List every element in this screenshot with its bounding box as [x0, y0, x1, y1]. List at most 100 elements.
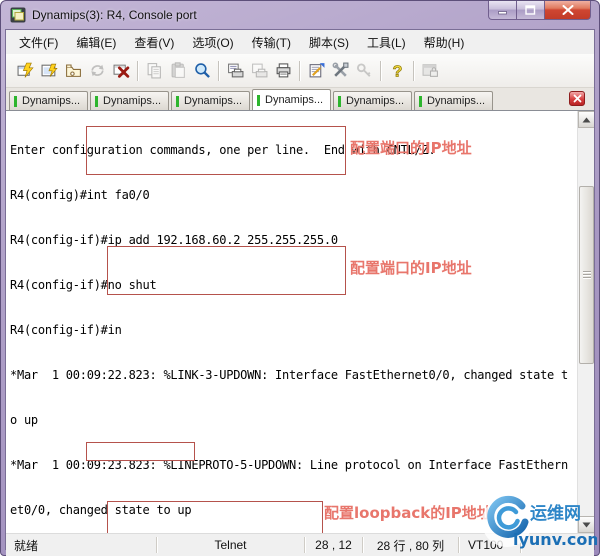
app-icon: [10, 7, 26, 23]
terminal-line: o up: [10, 413, 38, 427]
toolbar-separator: [380, 60, 381, 81]
menu-edit[interactable]: 编辑(E): [67, 31, 125, 54]
tab-label: Dynamips...: [427, 95, 486, 107]
scrollbar-grip: [583, 271, 591, 280]
watermark-site-name: 运维网: [530, 503, 581, 524]
menu-view[interactable]: 查看(V): [125, 31, 183, 54]
session-options-button[interactable]: [304, 59, 328, 82]
copy-icon: [147, 63, 161, 79]
session-options-icon: [309, 63, 324, 78]
caption-buttons: [488, 1, 591, 20]
tab-label: Dynamips...: [22, 95, 81, 107]
help-button[interactable]: ?: [385, 59, 409, 82]
keymap-button[interactable]: [352, 59, 376, 82]
tab-status-icon: [338, 95, 341, 107]
scrollbar-thumb[interactable]: [579, 186, 594, 364]
maximize-button[interactable]: [517, 1, 545, 20]
paste-icon: [171, 62, 185, 78]
close-tab-button[interactable]: [569, 91, 585, 106]
menu-script[interactable]: 脚本(S): [300, 31, 358, 54]
maximize-icon: [525, 5, 536, 15]
toolbar-separator: [413, 60, 414, 81]
global-options-button[interactable]: [328, 59, 352, 82]
tab-dynamips-3[interactable]: Dynamips...: [171, 91, 250, 110]
status-screen-size: 28 行 , 80 列: [376, 538, 445, 553]
connect-button[interactable]: [37, 59, 61, 82]
tab-dynamips-4-active[interactable]: Dynamips...: [252, 89, 331, 110]
menubar: 文件(F) 编辑(E) 查看(V) 选项(O) 传输(T) 脚本(S) 工具(L…: [6, 30, 594, 54]
vertical-scrollbar[interactable]: [577, 111, 594, 533]
menu-transfer[interactable]: 传输(T): [243, 31, 300, 54]
svg-text:?: ?: [392, 63, 402, 79]
scroll-up-button[interactable]: [578, 111, 594, 128]
terminal-line: Enter configuration commands, one per li…: [10, 143, 436, 157]
reconnect-button[interactable]: [85, 59, 109, 82]
status-protocol: Telnet: [214, 538, 247, 552]
find-icon: [194, 63, 210, 78]
print-selection-button[interactable]: [247, 59, 271, 82]
connect-in-tab-icon: [65, 64, 81, 77]
scroll-up-icon: [582, 117, 591, 122]
quick-connect-button[interactable]: [13, 59, 37, 82]
minimize-button[interactable]: [488, 1, 517, 20]
close-icon: [562, 5, 573, 15]
terminal-line: R4(config-if)#ip add 192.168.60.2 255.25…: [10, 233, 338, 247]
connect-icon: [41, 63, 58, 77]
quick-connect-icon: [17, 62, 34, 78]
terminal-output: Enter configuration commands, one per li…: [10, 113, 568, 533]
print-screen-icon: [227, 63, 243, 78]
toolbar-separator: [299, 60, 300, 81]
app-window: Dynamips(3): R4, Console port 文件(F) 编辑(E…: [0, 0, 600, 556]
menu-tools[interactable]: 工具(L): [358, 31, 415, 54]
reconnect-icon: [90, 64, 104, 77]
terminal-line: R4(config-if)#in: [10, 323, 122, 337]
close-tab-icon: [573, 94, 581, 103]
tab-status-icon: [176, 95, 179, 107]
iyunv-watermark: 运维网 iyunv.com: [482, 495, 600, 552]
terminal-line: R4(config)#int fa0/0: [10, 188, 150, 202]
connect-in-tab-button[interactable]: [61, 59, 85, 82]
tab-label: Dynamips...: [184, 95, 243, 107]
terminal-line: R4(config-if)#no shut: [10, 278, 157, 292]
lock-icon: [422, 64, 438, 77]
print-selection-icon: [251, 63, 267, 78]
terminal-line: *Mar 1 00:09:23.823: %LINEPROTO-5-UPDOWN…: [10, 458, 568, 472]
terminal-line: *Mar 1 00:09:22.823: %LINK-3-UPDOWN: Int…: [10, 368, 568, 382]
global-options-icon: [332, 62, 348, 77]
session-lock-button[interactable]: [418, 59, 442, 82]
tab-label: Dynamips...: [265, 94, 324, 106]
disconnect-button[interactable]: [109, 59, 133, 82]
tab-dynamips-6[interactable]: Dynamips...: [414, 91, 493, 110]
menu-help[interactable]: 帮助(H): [415, 31, 474, 54]
status-ready: 就绪: [14, 538, 39, 553]
window-title: Dynamips(3): R4, Console port: [32, 8, 197, 22]
close-button[interactable]: [545, 1, 591, 20]
terminal-screen[interactable]: Enter configuration commands, one per li…: [6, 110, 594, 533]
tab-dynamips-5[interactable]: Dynamips...: [333, 91, 412, 110]
paste-button[interactable]: [166, 59, 190, 82]
tab-dynamips-2[interactable]: Dynamips...: [90, 91, 169, 110]
find-button[interactable]: [190, 59, 214, 82]
menu-file[interactable]: 文件(F): [10, 31, 67, 54]
tab-label: Dynamips...: [346, 95, 405, 107]
print-icon: [276, 63, 290, 78]
toolbar-separator: [137, 60, 138, 81]
disconnect-icon: [113, 64, 129, 78]
key-icon: [356, 63, 370, 77]
tab-status-icon: [95, 95, 98, 107]
toolbar-separator: [218, 60, 219, 81]
toolbar: ?: [6, 54, 594, 88]
tab-status-icon: [419, 95, 422, 107]
session-tabbar: Dynamips... Dynamips... Dynamips... Dyna…: [6, 88, 594, 110]
menu-options[interactable]: 选项(O): [183, 31, 242, 54]
minimize-icon: [497, 10, 507, 14]
help-icon: ?: [392, 63, 403, 79]
tab-status-icon: [14, 95, 17, 107]
print-button[interactable]: [271, 59, 295, 82]
status-cursor-position: 28 , 12: [315, 538, 352, 552]
print-screen-button[interactable]: [223, 59, 247, 82]
copy-button[interactable]: [142, 59, 166, 82]
tab-label: Dynamips...: [103, 95, 162, 107]
tab-dynamips-1[interactable]: Dynamips...: [9, 91, 88, 110]
client-area: 文件(F) 编辑(E) 查看(V) 选项(O) 传输(T) 脚本(S) 工具(L…: [5, 29, 595, 556]
